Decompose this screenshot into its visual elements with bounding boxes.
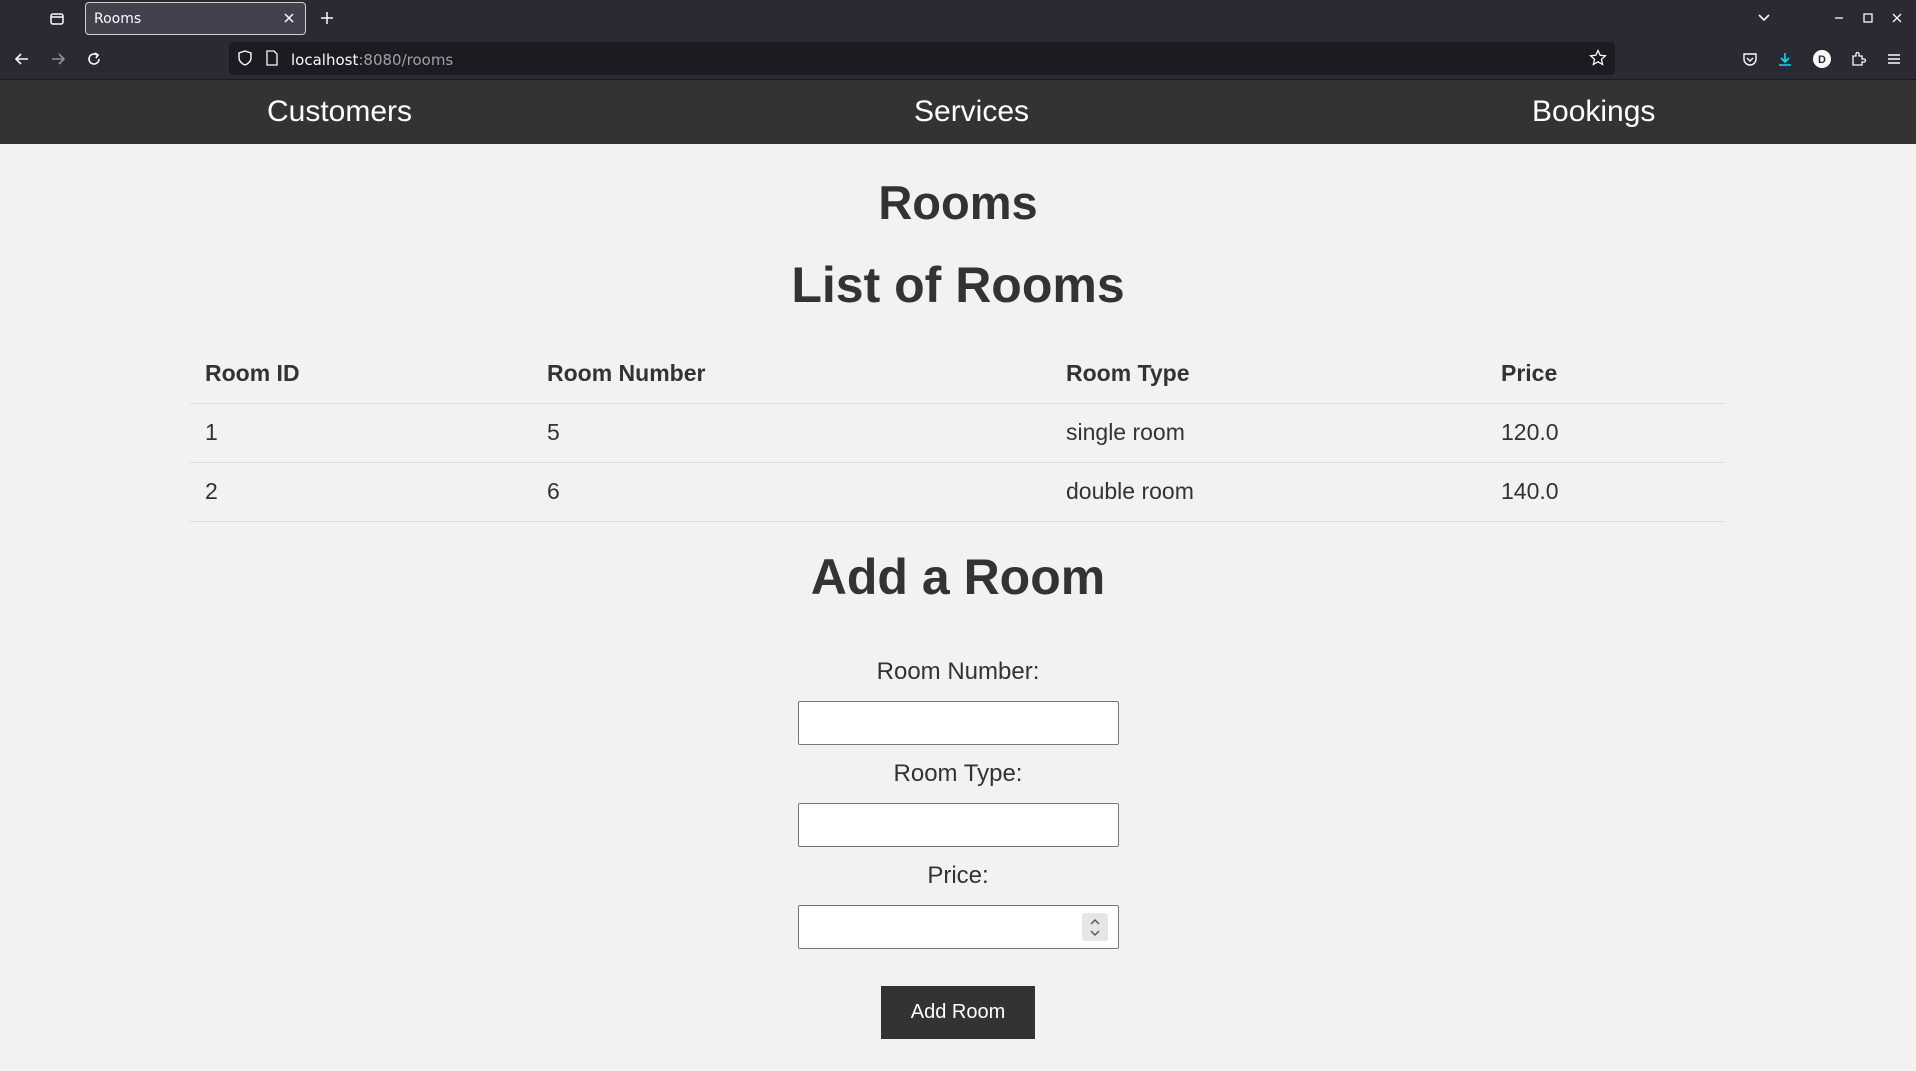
- column-header-price: Price: [1486, 345, 1725, 404]
- browser-tab-bar: Rooms: [0, 0, 1916, 37]
- price-label: Price:: [927, 862, 989, 889]
- room-type-label: Room Type:: [893, 760, 1023, 787]
- cell-price: 120.0: [1486, 403, 1725, 463]
- column-header-room-id: Room ID: [190, 345, 532, 404]
- room-number-label: Room Number:: [876, 658, 1040, 685]
- new-tab-icon[interactable]: [316, 7, 338, 29]
- cell-room-number: 5: [532, 403, 1051, 463]
- close-tab-icon[interactable]: [281, 10, 297, 26]
- downloads-icon[interactable]: [1773, 47, 1797, 71]
- profile-initial: D: [1818, 54, 1826, 66]
- room-number-input[interactable]: [798, 701, 1119, 745]
- add-room-heading: Add a Room: [810, 549, 1106, 605]
- menu-hamburger-icon[interactable]: [1882, 47, 1906, 71]
- tab-title: Rooms: [94, 11, 142, 27]
- list-heading: List of Rooms: [791, 257, 1125, 313]
- number-spinner[interactable]: [1082, 913, 1108, 941]
- forward-arrow-icon[interactable]: [46, 47, 70, 71]
- cell-room-number: 6: [532, 462, 1051, 522]
- table-row: 2 6 double room 140.0: [190, 462, 1725, 522]
- spinner-down-icon[interactable]: [1089, 929, 1101, 937]
- table-header-row: Room ID Room Number Room Type Price: [190, 345, 1725, 404]
- nav-link-bookings[interactable]: Bookings: [1532, 95, 1655, 129]
- nav-link-services[interactable]: Services: [914, 95, 1029, 129]
- page-info-icon[interactable]: [265, 50, 279, 71]
- spinner-up-icon[interactable]: [1089, 918, 1101, 926]
- shield-icon[interactable]: [237, 50, 253, 71]
- tab-overflow-chevron-icon[interactable]: [1754, 8, 1774, 28]
- address-bar[interactable]: localhost:8080/rooms: [229, 42, 1615, 75]
- url-text: localhost:8080/rooms: [291, 51, 453, 69]
- column-header-room-type: Room Type: [1051, 345, 1486, 404]
- pocket-icon[interactable]: [1738, 47, 1762, 71]
- nav-link-customers[interactable]: Customers: [267, 95, 412, 129]
- account-avatar-icon[interactable]: D: [1810, 47, 1834, 71]
- url-host: localhost: [291, 51, 359, 69]
- cell-room-id: 1: [190, 403, 532, 463]
- site-navigation: Customers Services Bookings: [0, 80, 1916, 144]
- cell-room-id: 2: [190, 462, 532, 522]
- browser-tab[interactable]: Rooms: [85, 2, 306, 35]
- table-row: 1 5 single room 120.0: [190, 403, 1725, 463]
- cell-price: 140.0: [1486, 462, 1725, 522]
- extensions-icon[interactable]: [1846, 47, 1870, 71]
- add-room-button[interactable]: Add Room: [881, 986, 1035, 1039]
- price-input[interactable]: [798, 905, 1119, 949]
- reload-icon[interactable]: [82, 47, 106, 71]
- close-window-icon[interactable]: [1887, 8, 1907, 28]
- tab-list-icon[interactable]: [46, 8, 68, 30]
- column-header-room-number: Room Number: [532, 345, 1051, 404]
- page-title: Rooms: [878, 176, 1038, 229]
- cell-room-type: single room: [1051, 403, 1486, 463]
- maximize-icon[interactable]: [1858, 8, 1878, 28]
- cell-room-type: double room: [1051, 462, 1486, 522]
- back-arrow-icon[interactable]: [10, 47, 34, 71]
- browser-toolbar: localhost:8080/rooms D: [0, 37, 1916, 80]
- bookmark-star-icon[interactable]: [1589, 48, 1607, 72]
- room-type-input[interactable]: [798, 803, 1119, 847]
- minimize-icon[interactable]: [1829, 8, 1849, 28]
- url-path: :8080/rooms: [358, 51, 454, 69]
- rooms-table: Room ID Room Number Room Type Price 1 5 …: [190, 345, 1725, 522]
